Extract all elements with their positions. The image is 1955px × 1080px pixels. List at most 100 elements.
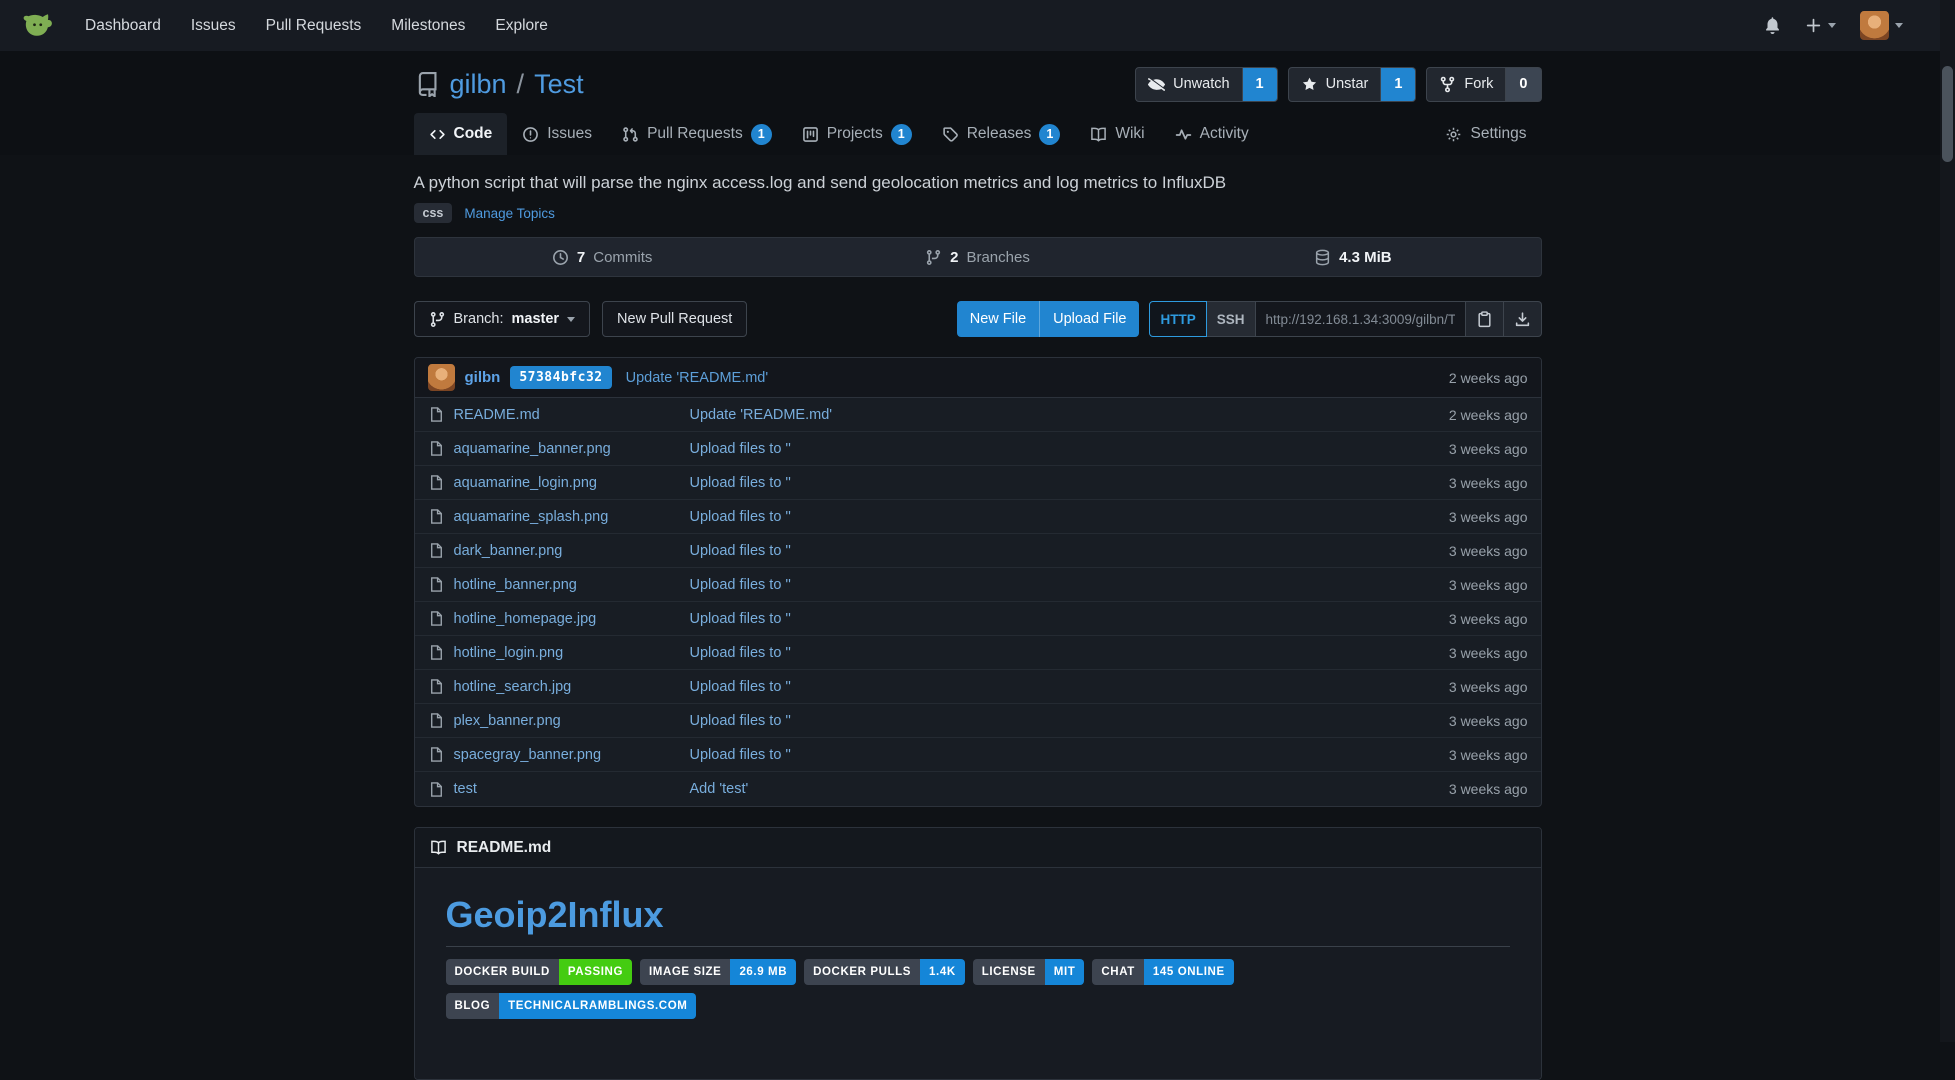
file-link[interactable]: dark_banner.png	[454, 543, 563, 559]
file-commit-message-link[interactable]: Upload files to ''	[690, 543, 1449, 559]
nav-dashboard[interactable]: Dashboard	[70, 17, 176, 35]
scrollbar[interactable]	[1940, 0, 1955, 1042]
nav-issues[interactable]: Issues	[176, 17, 251, 35]
notifications-button[interactable]	[1752, 17, 1793, 34]
tab-issues[interactable]: Issues	[507, 113, 607, 155]
file-commit-message-link[interactable]: Upload files to ''	[690, 611, 1449, 627]
eye-slash-icon	[1148, 76, 1165, 93]
tab-activity-label: Activity	[1200, 125, 1249, 143]
readme-badges-row2: BLOGTECHNICALRAMBLINGS.COM	[446, 993, 1510, 1019]
ssh-protocol-button[interactable]: SSH	[1207, 301, 1256, 337]
repo-tabs: Code Issues Pull Requests 1 Projects 1 R…	[414, 113, 1542, 155]
nav-explore[interactable]: Explore	[480, 17, 563, 35]
file-commit-message-link[interactable]: Upload files to ''	[690, 509, 1449, 525]
file-link[interactable]: aquamarine_login.png	[454, 475, 598, 491]
file-icon	[428, 508, 445, 525]
tab-releases[interactable]: Releases 1	[927, 113, 1076, 155]
fork-icon	[1439, 76, 1456, 93]
http-protocol-button[interactable]: HTTP	[1149, 301, 1206, 337]
branch-selector[interactable]: Branch: master	[414, 301, 591, 337]
nav-milestones[interactable]: Milestones	[376, 17, 480, 35]
file-commit-message-link[interactable]: Upload files to ''	[690, 645, 1449, 661]
file-row: aquamarine_login.png Upload files to '' …	[415, 466, 1541, 500]
file-commit-message-link[interactable]: Upload files to ''	[690, 747, 1449, 763]
file-link[interactable]: hotline_banner.png	[454, 577, 577, 593]
file-table: gilbn 57384bfc32 Update 'README.md' 2 we…	[414, 357, 1542, 807]
clone-url-input[interactable]	[1256, 301, 1466, 337]
file-link[interactable]: aquamarine_banner.png	[454, 441, 611, 457]
chevron-down-icon	[1895, 23, 1903, 28]
file-commit-time: 3 weeks ago	[1449, 475, 1528, 491]
watchers-count[interactable]: 1	[1243, 67, 1278, 102]
plus-icon	[1805, 17, 1822, 34]
file-link[interactable]: hotline_login.png	[454, 645, 564, 661]
file-link[interactable]: README.md	[454, 407, 540, 423]
file-link[interactable]: test	[454, 781, 477, 797]
create-new-button[interactable]	[1793, 17, 1848, 34]
license-badge[interactable]: LICENSEMIT	[973, 959, 1085, 985]
commit-author-link[interactable]: gilbn	[465, 369, 501, 386]
commit-message-link[interactable]: Update 'README.md'	[626, 370, 769, 386]
forks-count[interactable]: 0	[1506, 67, 1541, 102]
stars-count[interactable]: 1	[1381, 67, 1416, 102]
file-link[interactable]: aquamarine_splash.png	[454, 509, 609, 525]
tab-settings[interactable]: Settings	[1430, 113, 1541, 155]
repo-owner-link[interactable]: gilbn	[450, 69, 507, 100]
clock-icon	[552, 249, 569, 266]
blog-badge[interactable]: BLOGTECHNICALRAMBLINGS.COM	[446, 993, 697, 1019]
file-commit-message-link[interactable]: Upload files to ''	[690, 577, 1449, 593]
database-icon	[1314, 249, 1331, 266]
branch-icon	[429, 311, 446, 328]
user-menu-button[interactable]	[1848, 11, 1915, 40]
manage-topics-link[interactable]: Manage Topics	[464, 206, 555, 221]
topic-css[interactable]: css	[414, 203, 453, 223]
file-commit-message-link[interactable]: Update 'README.md'	[690, 407, 1449, 423]
tab-activity[interactable]: Activity	[1160, 113, 1264, 155]
gitea-logo[interactable]	[22, 11, 52, 41]
file-commit-message-link[interactable]: Upload files to ''	[690, 713, 1449, 729]
repo-name-link[interactable]: Test	[534, 69, 584, 100]
file-commit-message-link[interactable]: Add 'test'	[690, 781, 1449, 797]
releases-count-badge: 1	[1039, 124, 1060, 145]
file-link[interactable]: plex_banner.png	[454, 713, 561, 729]
fork-button[interactable]: Fork	[1426, 67, 1506, 102]
new-file-button[interactable]: New File	[957, 301, 1039, 337]
tag-icon	[942, 126, 959, 143]
chat-badge[interactable]: CHAT145 ONLINE	[1092, 959, 1233, 985]
unstar-button[interactable]: Unstar	[1288, 67, 1382, 102]
file-icon	[428, 440, 445, 457]
commits-stat[interactable]: 7 Commits	[415, 238, 790, 276]
image-size-badge[interactable]: IMAGE SIZE26.9 MB	[640, 959, 796, 985]
file-row: test Add 'test' 3 weeks ago	[415, 772, 1541, 806]
unwatch-button[interactable]: Unwatch	[1135, 67, 1242, 102]
tab-wiki[interactable]: Wiki	[1075, 113, 1159, 155]
repo-controls: Branch: master New Pull Request New File…	[414, 301, 1542, 337]
upload-file-button[interactable]: Upload File	[1039, 301, 1139, 337]
tab-code[interactable]: Code	[414, 113, 508, 155]
tab-issues-label: Issues	[547, 125, 592, 143]
docker-build-badge[interactable]: DOCKER BUILDPASSING	[446, 959, 632, 985]
repo-size-stat[interactable]: 4.3 MiB	[1165, 238, 1540, 276]
file-link[interactable]: hotline_search.jpg	[454, 679, 572, 695]
pull-requests-count-badge: 1	[751, 124, 772, 145]
file-commit-message-link[interactable]: Upload files to ''	[690, 475, 1449, 491]
tab-pull-requests[interactable]: Pull Requests 1	[607, 113, 787, 155]
tab-projects[interactable]: Projects 1	[787, 113, 927, 155]
commit-author-avatar[interactable]	[428, 364, 455, 391]
download-archive-button[interactable]	[1504, 301, 1542, 337]
branches-stat[interactable]: 2 Branches	[790, 238, 1165, 276]
file-commit-message-link[interactable]: Upload files to ''	[690, 679, 1449, 695]
file-link[interactable]: spacegray_banner.png	[454, 747, 602, 763]
file-icon	[428, 406, 445, 423]
commit-hash-badge[interactable]: 57384bfc32	[510, 366, 611, 389]
projects-count-badge: 1	[891, 124, 912, 145]
fork-label: Fork	[1464, 76, 1493, 92]
file-link[interactable]: hotline_homepage.jpg	[454, 611, 597, 627]
nav-pull-requests[interactable]: Pull Requests	[251, 17, 377, 35]
copy-clone-url-button[interactable]	[1466, 301, 1504, 337]
file-commit-message-link[interactable]: Upload files to ''	[690, 441, 1449, 457]
repo-stats-bar: 7 Commits 2 Branches 4.3 MiB	[414, 237, 1542, 277]
new-pull-request-button[interactable]: New Pull Request	[602, 301, 747, 337]
docker-pulls-badge[interactable]: DOCKER PULLS1.4K	[804, 959, 965, 985]
scrollbar-thumb[interactable]	[1942, 66, 1953, 162]
